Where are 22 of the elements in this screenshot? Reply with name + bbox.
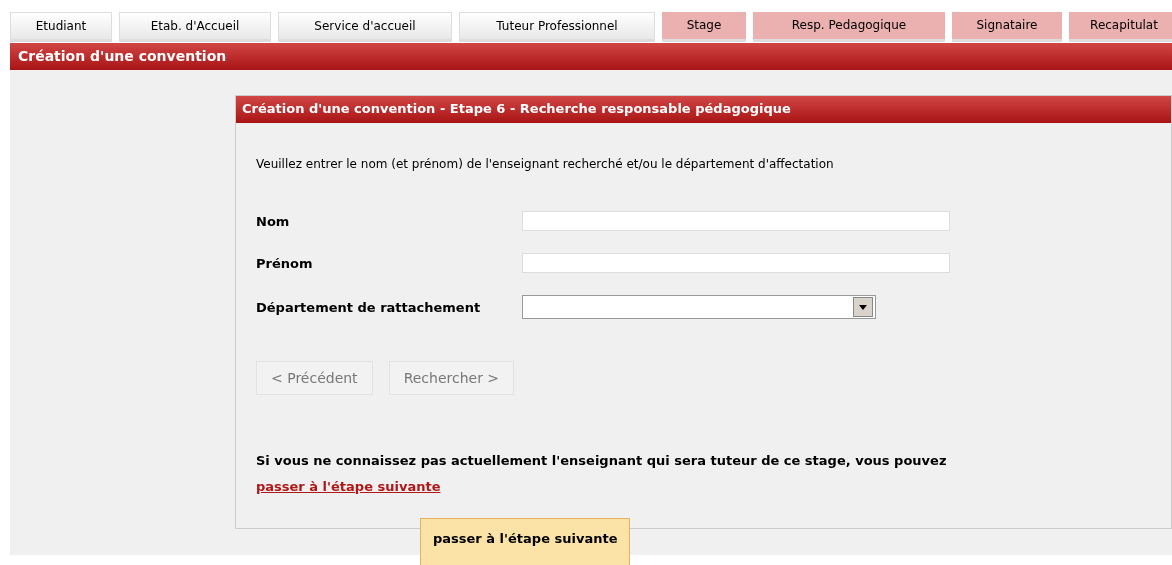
button[interactable]: Rechercher > xyxy=(388,361,515,395)
instruction-text: Veuillez entrer le nom (et prénom) de l'enseignant recherché et/ou le département d'affectation xyxy=(256,157,835,171)
panel-title: Création d'une convention - Etape 6 - Recherche responsable pédagogique xyxy=(236,96,1171,123)
field-label: Département de rattachement xyxy=(256,299,482,315)
tab[interactable]: Tuteur Professionnel xyxy=(459,12,655,42)
button[interactable]: < Précédent xyxy=(256,361,373,395)
page-title: Création d'une convention xyxy=(10,43,1172,70)
tab[interactable]: Service d'accueil xyxy=(278,12,452,42)
tab[interactable]: Resp. Pedagogique xyxy=(753,12,945,42)
tab[interactable]: Recapitulat xyxy=(1069,12,1172,42)
next-step-link[interactable]: passer à l'étape suivante xyxy=(256,479,441,494)
field-label: Nom xyxy=(256,213,291,229)
tooltip: passer à l'étape suivante xyxy=(420,518,631,565)
tab[interactable]: Signataire xyxy=(952,12,1062,42)
input-field[interactable] xyxy=(522,253,950,273)
input-field[interactable] xyxy=(522,211,950,231)
tab[interactable]: Stage xyxy=(662,12,746,42)
tab[interactable]: Etab. d'Accueil xyxy=(119,12,271,42)
tab[interactable]: Etudiant xyxy=(10,12,112,42)
note-text: Si vous ne connaissez pas actuellement l'enseignant qui sera tuteur de ce stage, vous pouvez xyxy=(256,453,948,468)
field-label: Prénom xyxy=(256,255,314,271)
dropdown-field[interactable] xyxy=(522,295,876,319)
